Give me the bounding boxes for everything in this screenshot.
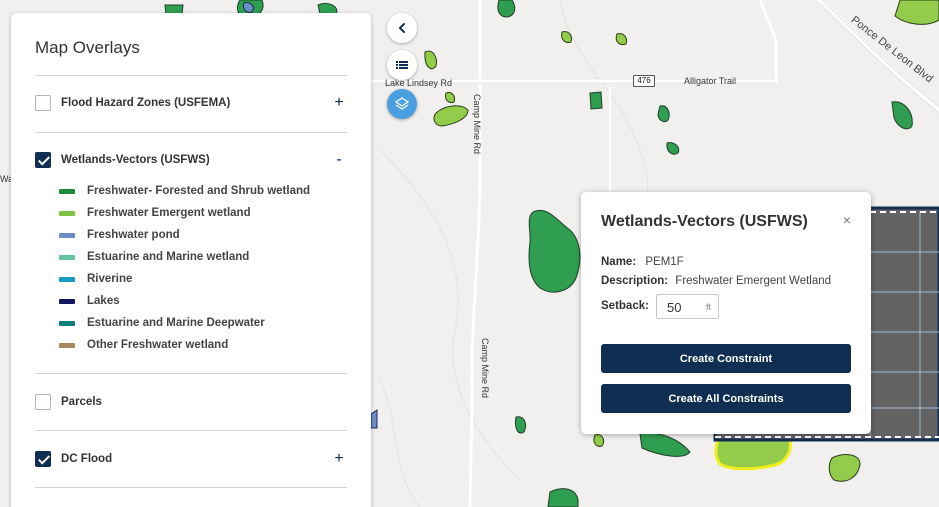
create-all-constraints-button[interactable]: Create All Constraints <box>601 384 851 413</box>
list-button[interactable] <box>387 50 417 80</box>
legend-label: Freshwater Emergent wetland <box>87 207 251 219</box>
legend-item: Lakes <box>59 293 120 309</box>
wetlands-checkbox[interactable] <box>35 152 51 168</box>
name-label: Name: <box>601 256 637 268</box>
legend-swatch <box>59 210 75 216</box>
legend-item: Freshwater- Forested and Shrub wetland <box>59 183 310 199</box>
legend-item: Freshwater Emergent wetland <box>59 205 251 221</box>
layers-icon <box>395 97 409 110</box>
expand-toggle[interactable]: + <box>331 94 347 112</box>
layer-label: Wetlands-Vectors (USFWS) <box>61 154 210 166</box>
layer-label: DC Flood <box>61 453 113 465</box>
legend-label: Estuarine and Marine wetland <box>87 251 250 263</box>
collapse-panel-button[interactable] <box>387 13 417 43</box>
legend-label: Riverine <box>87 273 133 285</box>
setback-input[interactable]: 50 ft <box>656 294 719 319</box>
panel-title: Map Overlays <box>35 38 140 57</box>
create-constraint-button[interactable]: Create Constraint <box>601 344 851 373</box>
layer-row-flood-hazard[interactable]: Flood Hazard Zones (USFEMA) + <box>35 93 347 113</box>
road-label-lake-lindsey: Lake Lindsey Rd <box>385 78 453 88</box>
setback-unit: ft <box>705 302 711 312</box>
road-label-camp-mine-top: Camp Mine Rd <box>472 94 482 155</box>
layer-row-dc-flood[interactable]: DC Flood + <box>35 449 347 469</box>
description-label: Description: <box>601 275 669 287</box>
name-value: PEM1F <box>645 256 684 268</box>
layers-button[interactable] <box>387 89 417 119</box>
popup-title: Wetlands-Vectors (USFWS) <box>601 213 808 230</box>
expand-toggle[interactable]: + <box>331 450 347 468</box>
name-field: Name: PEM1F <box>601 256 684 268</box>
setback-label: Setback: <box>601 300 649 312</box>
road-label-alligator: Alligator Trail <box>684 76 737 86</box>
layer-row-parcels[interactable]: Parcels <box>35 392 347 412</box>
legend-swatch <box>59 342 75 348</box>
legend-item: Freshwater pond <box>59 227 180 243</box>
divider <box>35 487 347 488</box>
legend-item: Estuarine and Marine wetland <box>59 249 249 265</box>
route-shield: 476 <box>633 75 655 87</box>
setback-value: 50 <box>667 300 682 315</box>
road-label-camp-mine-mid: Camp Mine Rd <box>480 338 490 399</box>
list-icon <box>396 61 408 69</box>
divider <box>35 75 347 76</box>
description-value: Freshwater Emergent Wetland <box>675 275 832 287</box>
description-field: Description: Freshwater Emergent Wetland <box>601 275 831 287</box>
divider <box>35 430 347 431</box>
legend-label: Other Freshwater wetland <box>87 339 229 351</box>
dc-flood-checkbox[interactable] <box>35 451 51 467</box>
wetland-info-popup: Wetlands-Vectors (USFWS) × Name: PEM1F D… <box>581 192 871 434</box>
divider <box>35 132 347 133</box>
chevron-left-icon <box>398 23 405 33</box>
legend-item: Estuarine and Marine Deepwater <box>59 315 265 331</box>
legend-swatch <box>59 298 75 304</box>
collapse-toggle[interactable]: - <box>331 151 347 169</box>
close-icon[interactable]: × <box>843 212 851 228</box>
parcels-checkbox[interactable] <box>35 394 51 410</box>
flood-hazard-checkbox[interactable] <box>35 95 51 111</box>
legend-swatch <box>59 276 75 282</box>
layer-label: Flood Hazard Zones (USFEMA) <box>61 97 231 109</box>
layer-row-wetlands[interactable]: Wetlands-Vectors (USFWS) - <box>35 150 347 170</box>
legend-swatch <box>59 254 75 260</box>
legend-label: Freshwater pond <box>87 229 180 241</box>
layer-label: Parcels <box>61 396 102 408</box>
legend-swatch <box>59 320 75 326</box>
legend-swatch <box>59 232 75 238</box>
legend-item: Riverine <box>59 271 132 287</box>
legend-label: Estuarine and Marine Deepwater <box>87 317 265 329</box>
legend-label: Freshwater- Forested and Shrub wetland <box>87 185 311 197</box>
legend-item: Other Freshwater wetland <box>59 337 228 353</box>
map-overlays-panel: Map Overlays Flood Hazard Zones (USFEMA)… <box>11 13 371 507</box>
legend-swatch <box>59 188 75 194</box>
legend-label: Lakes <box>87 295 120 307</box>
divider <box>35 373 347 374</box>
